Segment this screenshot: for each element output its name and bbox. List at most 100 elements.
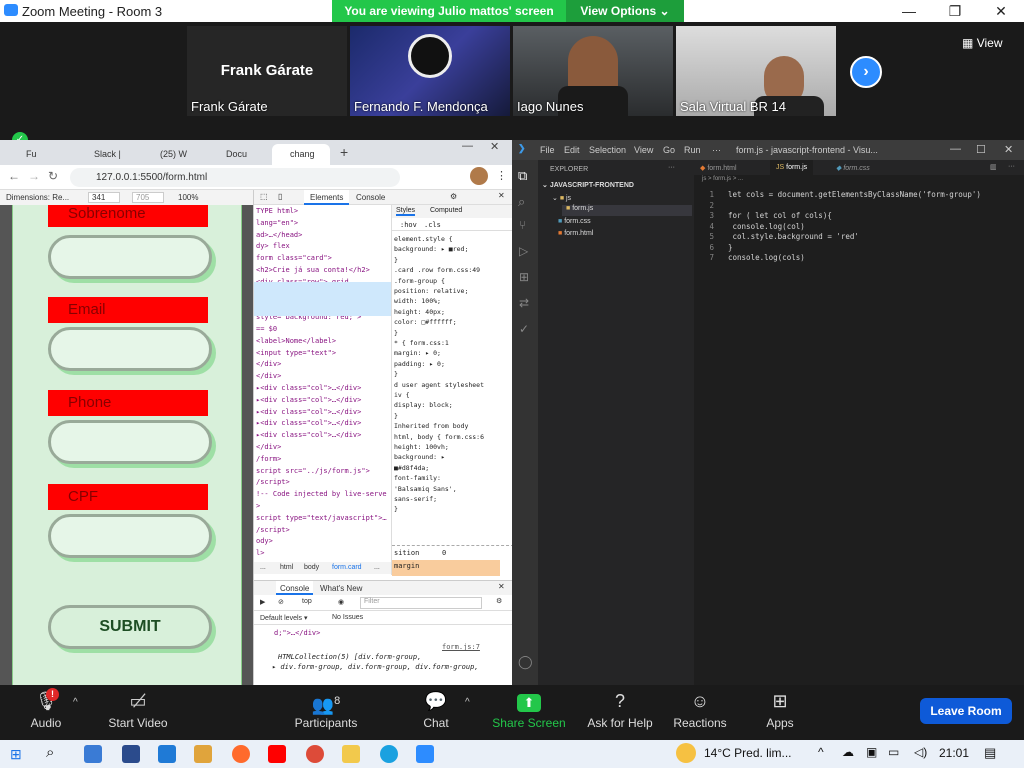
explorer-icon[interactable]: ⧉ (518, 168, 527, 184)
url-bar[interactable]: 127.0.0.1:5500/form.html (70, 168, 400, 187)
run-debug-icon[interactable]: ▷ (519, 244, 528, 258)
back-arrow-icon[interactable]: ← (8, 169, 20, 183)
search-icon[interactable]: ⌕ (518, 194, 525, 210)
zoom-taskbar-icon[interactable] (416, 745, 434, 763)
editor-tab[interactable]: ◆ form.html (700, 164, 737, 172)
slack-taskbar-icon[interactable] (194, 745, 212, 763)
close-icon[interactable]: ✕ (498, 191, 505, 200)
share-screen-button[interactable]: ⬆ Share Screen (492, 689, 566, 730)
dom-node-line[interactable]: script src="../js/form.js"> (256, 467, 370, 475)
phone-input[interactable] (48, 420, 212, 464)
edge-taskbar-icon[interactable] (380, 745, 398, 763)
maximize-icon[interactable]: ☐ (976, 143, 986, 156)
dom-node-line[interactable]: > (256, 502, 260, 510)
devtools-tab-elements[interactable]: Elements (304, 190, 350, 205)
view-options-button[interactable]: View Options ⌄ (566, 0, 684, 22)
windows-start-icon[interactable]: ⊞ (10, 746, 22, 763)
dom-node-line[interactable]: ody> (256, 537, 273, 545)
sidebar-toggle-icon[interactable]: ▶ (260, 598, 265, 606)
check-icon[interactable]: ✓ (519, 322, 529, 336)
cls-toggle[interactable]: .cls (424, 221, 441, 229)
dom-node-line[interactable]: /script> (256, 526, 290, 534)
dom-node-line[interactable]: ▸<div class="col">…</div> (256, 396, 361, 404)
editor-tab-active[interactable]: JS form.js (770, 160, 814, 175)
dimensions-select[interactable]: Dimensions: Re... (6, 193, 69, 202)
eye-icon[interactable]: ◉ (338, 598, 344, 606)
tray-icon[interactable]: ▣ (866, 745, 877, 759)
view-button[interactable]: ▦ View (962, 36, 1002, 50)
browser-tab[interactable]: Fu (8, 144, 64, 165)
no-issues-badge[interactable]: No Issues (332, 614, 363, 621)
sobrenome-input[interactable] (48, 235, 212, 279)
window-min-icon[interactable]: — (462, 140, 473, 152)
breadcrumb-item[interactable]: form.card (332, 564, 362, 571)
profile-avatar[interactable] (470, 167, 488, 185)
dom-node-line[interactable]: /form> (256, 455, 281, 463)
whats-new-tab[interactable]: What's New (320, 584, 362, 593)
volume-icon[interactable]: ◁) (914, 745, 927, 759)
dom-node-line[interactable]: == $0 (256, 325, 277, 333)
browser-tab[interactable]: Docu (208, 144, 264, 165)
account-icon[interactable]: ◯ (518, 654, 533, 670)
dom-node-line[interactable]: ▸<div class="col">…</div> (256, 384, 361, 392)
app-icon[interactable] (122, 745, 140, 763)
breadcrumb-item[interactable]: ... (260, 564, 266, 571)
menu-more[interactable]: ··· (712, 145, 721, 155)
dom-node-line[interactable]: </div> (256, 372, 281, 380)
leave-room-button[interactable]: Leave Room (920, 698, 1012, 724)
chevron-up-icon[interactable]: ^ (465, 697, 470, 708)
dom-node-line[interactable]: dy> flex (256, 242, 290, 250)
app-icon[interactable] (84, 745, 102, 763)
email-input[interactable] (48, 327, 212, 371)
network-icon[interactable]: ▭ (888, 745, 899, 759)
cpf-input[interactable] (48, 514, 212, 558)
search-icon[interactable]: ⌕ (46, 744, 54, 761)
menu-selection[interactable]: Selection (589, 145, 626, 155)
source-control-icon[interactable]: ⑂ (519, 218, 526, 232)
participant-tile[interactable]: Iago Nunes (513, 26, 673, 116)
dom-node-line[interactable]: ad>…</head> (256, 231, 302, 239)
more-actions-icon[interactable]: ··· (668, 164, 675, 171)
project-root[interactable]: ⌄ JAVASCRIPT-FRONTEND (542, 181, 634, 189)
weather-text[interactable]: 14°C Pred. lim... (704, 746, 792, 760)
chrome-taskbar-icon[interactable] (306, 745, 324, 763)
height-input[interactable]: 705 (132, 192, 164, 203)
participant-tile[interactable]: Sala Virtual BR 14 (676, 26, 836, 116)
dom-node-line[interactable]: </div> (256, 360, 281, 368)
close-icon[interactable]: ✕ (1004, 143, 1013, 156)
width-input[interactable]: 341 (88, 192, 120, 203)
dom-node-line[interactable]: </div> (256, 443, 281, 451)
file-explorer-icon[interactable] (342, 745, 360, 763)
chat-button[interactable]: 💬 Chat (416, 689, 456, 730)
extensions-icon[interactable]: ⊞ (519, 270, 529, 284)
menu-run[interactable]: Run (684, 145, 701, 155)
chevron-up-icon[interactable]: ^ (818, 745, 824, 759)
reactions-button[interactable]: ☺ Reactions (670, 689, 730, 730)
split-editor-icon[interactable]: ▥ (990, 163, 997, 171)
minimize-icon[interactable]: — (950, 143, 961, 155)
console-tab[interactable]: Console (276, 581, 314, 595)
tree-file-active[interactable]: ■ form.js (562, 205, 692, 216)
dom-node-line[interactable]: TYPE html> (256, 207, 298, 215)
tree-file[interactable]: ■ form.css (558, 218, 591, 225)
dom-node-line[interactable]: script type="text/javascript">… (256, 514, 387, 522)
dom-node-line[interactable]: ▸<div class="col">…</div> (256, 408, 361, 416)
app-icon[interactable] (232, 745, 250, 763)
start-video-button[interactable]: ▭̸ Start Video (104, 689, 172, 730)
close-icon[interactable]: ✕ (498, 582, 505, 591)
menu-view[interactable]: View (634, 145, 653, 155)
window-close-icon[interactable]: ✕ (490, 140, 499, 153)
maximize-button[interactable]: ❐ (932, 0, 978, 22)
dom-node-line[interactable]: form class="card"> (256, 254, 332, 262)
breadcrumb-item[interactable]: ... (374, 564, 380, 571)
dom-node-line[interactable]: <input type="text"> (256, 349, 336, 357)
devtools-tab-console[interactable]: Console (356, 193, 385, 202)
dom-node-line[interactable]: <label>Nome</label> (256, 337, 336, 345)
dom-node-line[interactable]: ▸<div class="col">…</div> (256, 419, 361, 427)
console-source-link[interactable]: form.js:7 (442, 643, 480, 651)
menu-dots-icon[interactable]: ⋮ (496, 169, 507, 182)
dom-node-line[interactable]: !-- Code injected by live-serve (256, 490, 387, 498)
inspect-icon[interactable]: ⬚ (260, 192, 268, 201)
code-area[interactable]: 1 let cols = document.getElementsByClassN… (694, 190, 1024, 290)
forward-arrow-icon[interactable]: → (28, 169, 40, 183)
